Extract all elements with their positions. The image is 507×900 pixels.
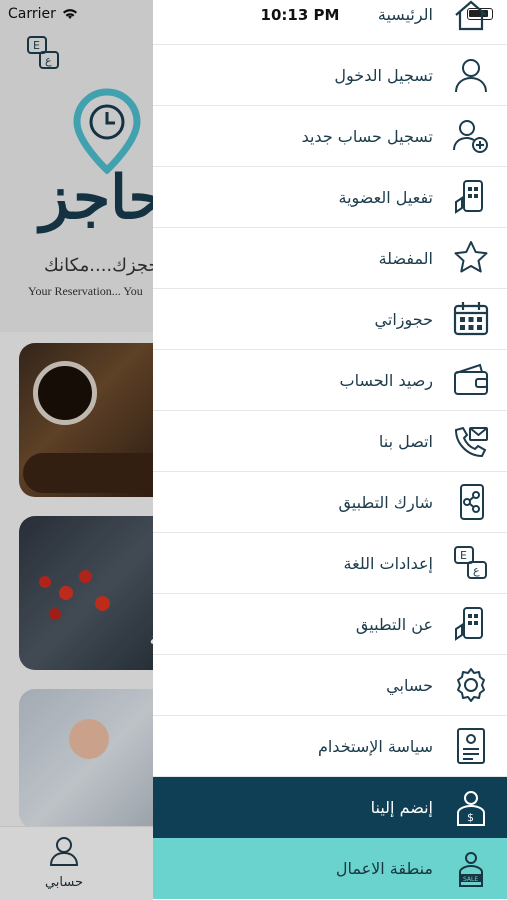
menu-item-my-bookings[interactable]: حجوزاتي — [153, 289, 507, 350]
policy-icon — [451, 726, 491, 766]
menu-item-login[interactable]: تسجيل الدخول — [153, 45, 507, 106]
menu-item-account-balance[interactable]: رصيد الحساب — [153, 350, 507, 411]
wallet-icon — [451, 360, 491, 400]
menu-item-label: المفضلة — [378, 248, 433, 268]
home-icon — [451, 0, 491, 34]
menu-item-label: اتصل بنا — [378, 431, 433, 451]
svg-text:ع: ع — [473, 564, 480, 577]
add-user-icon — [451, 116, 491, 156]
menu-item-label: تسجيل الدخول — [334, 65, 433, 85]
svg-text:$: $ — [467, 811, 474, 824]
menu-item-label: حسابي — [386, 675, 433, 695]
sale-icon: SALE — [451, 849, 491, 889]
share-icon — [451, 482, 491, 522]
menu-item-label: تفعيل العضوية — [338, 187, 433, 207]
gear-icon — [451, 665, 491, 705]
menu-item-label: عن التطبيق — [355, 614, 433, 634]
menu-item-join-us[interactable]: إنضم إلينا $ — [153, 777, 507, 838]
menu-item-favorites[interactable]: المفضلة — [153, 228, 507, 289]
menu-item-usage-policy[interactable]: سياسة الإستخدام — [153, 716, 507, 777]
menu-item-register[interactable]: تسجيل حساب جديد — [153, 106, 507, 167]
menu-item-label: منطقة الاعمال — [335, 859, 433, 878]
menu-item-label: إعدادات اللغة — [343, 553, 433, 573]
menu-item-label: تسجيل حساب جديد — [301, 126, 433, 146]
menu-item-business-area[interactable]: منطقة الاعمال SALE — [153, 838, 507, 899]
side-drawer: 10:13 PM الرئيسية تسجيل الدخول تسجيل حسا… — [153, 0, 507, 900]
menu-item-share-app[interactable]: شارك التطبيق — [153, 472, 507, 533]
menu-item-my-account[interactable]: حسابي — [153, 655, 507, 716]
star-icon — [451, 238, 491, 278]
menu-item-label: شارك التطبيق — [338, 492, 433, 512]
phone-mail-icon — [451, 421, 491, 461]
svg-text:E: E — [460, 549, 467, 562]
about-app-icon — [451, 604, 491, 644]
menu-item-home[interactable]: الرئيسية — [153, 0, 507, 45]
menu-item-about-app[interactable]: عن التطبيق — [153, 594, 507, 655]
menu-item-label: حجوزاتي — [374, 309, 433, 329]
language-icon: Eع — [451, 543, 491, 583]
menu-item-activate-membership[interactable]: تفعيل العضوية — [153, 167, 507, 228]
user-icon — [451, 55, 491, 95]
join-icon: $ — [451, 788, 491, 828]
menu-item-label: رصيد الحساب — [339, 370, 433, 390]
menu-item-contact-us[interactable]: اتصل بنا — [153, 411, 507, 472]
membership-icon — [451, 177, 491, 217]
calendar-icon — [451, 299, 491, 339]
menu-item-label: سياسة الإستخدام — [317, 736, 433, 756]
menu-item-language-settings[interactable]: إعدادات اللغة Eع — [153, 533, 507, 594]
menu-item-label: الرئيسية — [377, 4, 433, 24]
menu-item-label: إنضم إلينا — [370, 798, 433, 817]
svg-text:SALE: SALE — [463, 876, 478, 883]
